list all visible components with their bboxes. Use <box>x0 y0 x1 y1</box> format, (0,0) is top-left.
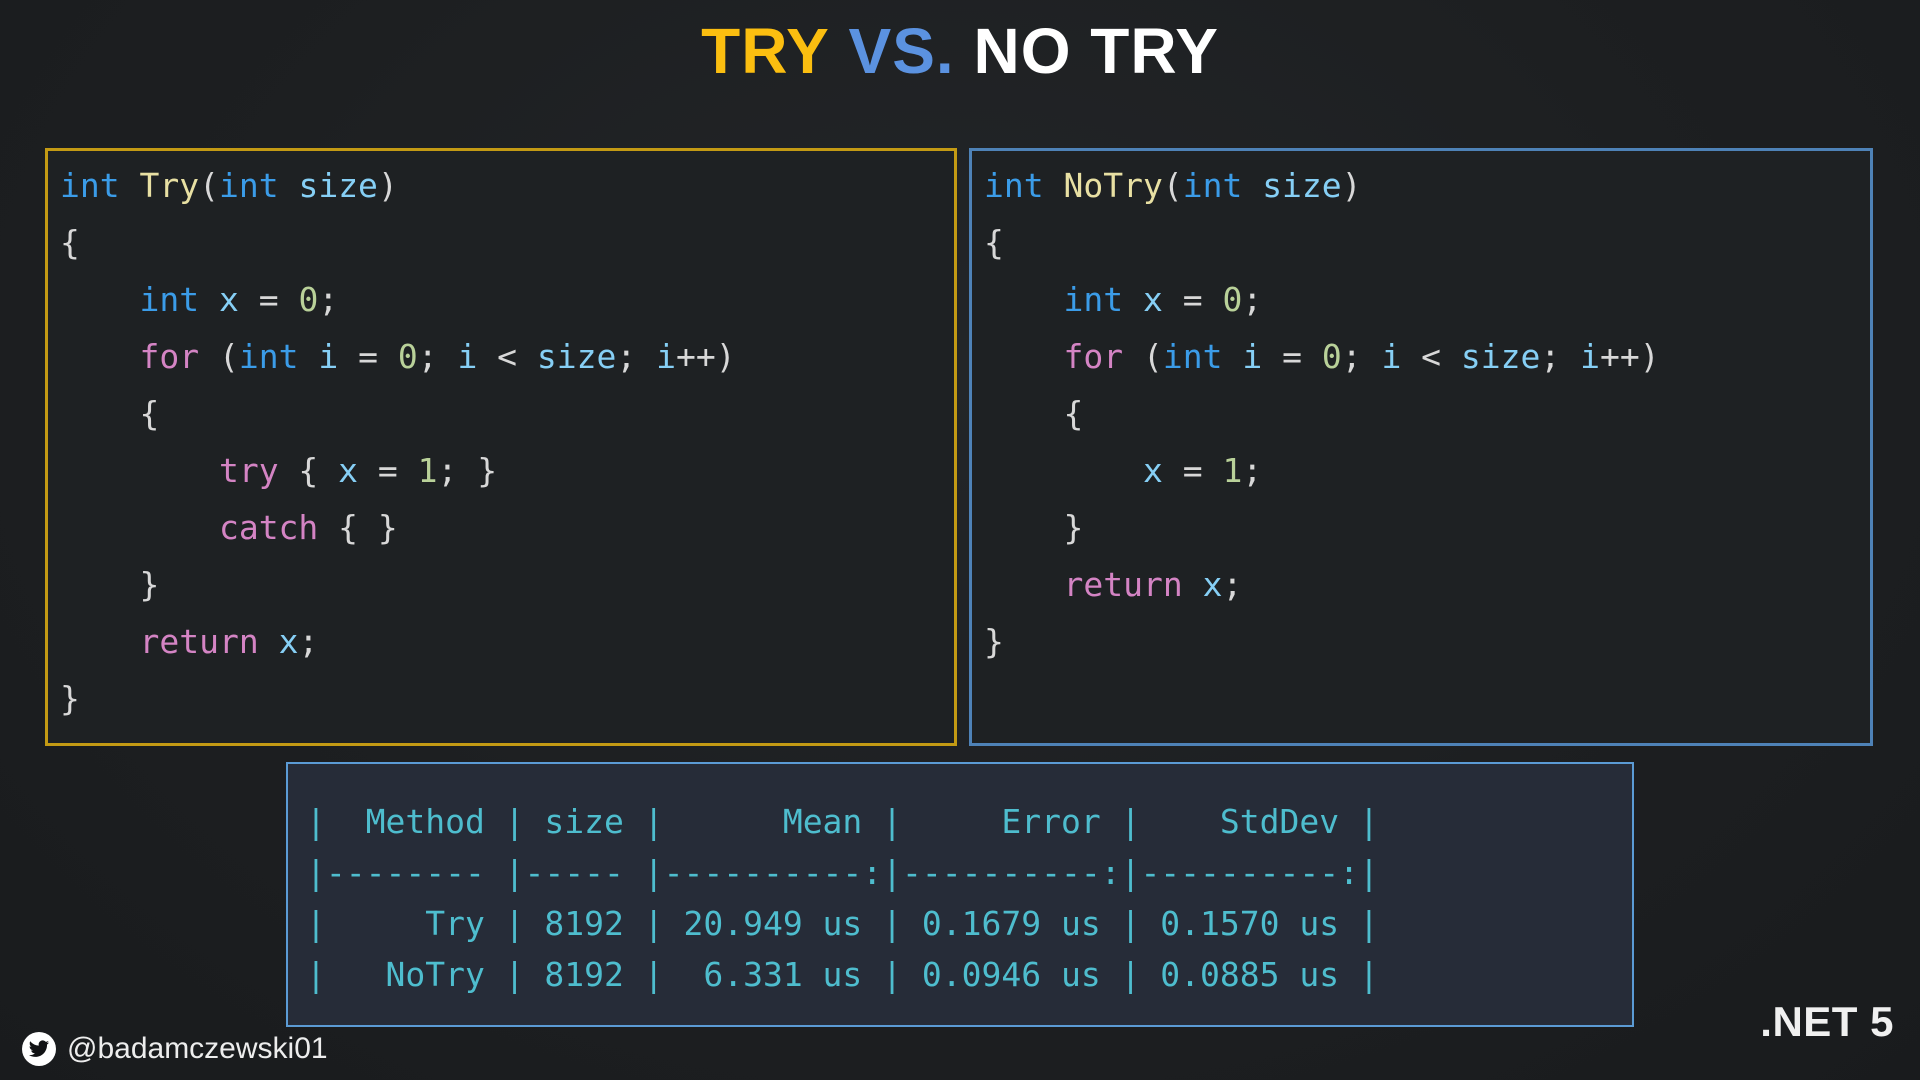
code-panel-notry: int NoTry(int size) { int x = 0; for (in… <box>969 148 1873 746</box>
code-token-method-name: NoTry <box>1063 166 1163 205</box>
twitter-bird-icon <box>22 1032 56 1066</box>
code-panel-try: int Try(int size) { int x = 0; for (int … <box>45 148 957 746</box>
benchmark-results-table: | Method | size | Mean | Error | StdDev … <box>286 762 1634 1027</box>
twitter-handle[interactable]: @badamczewski01 <box>22 1032 328 1066</box>
table-header-row: | Method | size | Mean | Error | StdDev … <box>306 802 1379 841</box>
title-word-try: TRY <box>701 15 830 87</box>
table-separator-row: |-------- |----- |----------:|----------… <box>306 853 1379 892</box>
twitter-handle-label: @badamczewski01 <box>67 1032 328 1065</box>
code-token-keyword: int <box>60 166 120 205</box>
title-word-notry: NO TRY <box>973 15 1219 87</box>
dotnet-version-label: .NET 5 <box>1760 998 1894 1045</box>
table-row: | NoTry | 8192 | 6.331 us | 0.0946 us | … <box>306 955 1379 994</box>
title-word-vs: VS. <box>848 15 955 87</box>
page-title: TRY VS. NO TRY <box>0 6 1920 96</box>
code-token-method-name: Try <box>139 166 200 205</box>
table-row: | Try | 8192 | 20.949 us | 0.1679 us | 0… <box>306 904 1379 943</box>
